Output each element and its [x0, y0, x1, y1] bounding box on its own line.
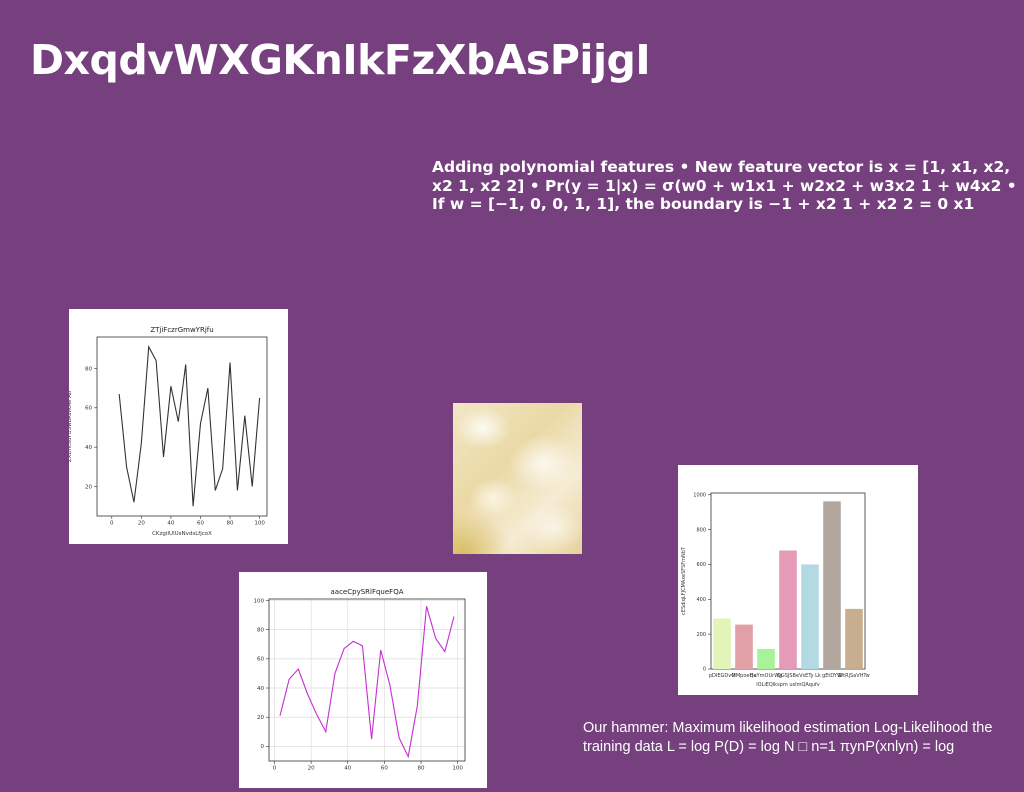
bar: [713, 618, 731, 669]
x-tick-label: 40: [344, 766, 351, 772]
y-tick-label: 1000: [693, 492, 706, 498]
chart-title: aaceCpySRlFqueFQA: [331, 588, 404, 596]
x-tick-label: QGSJSBe: [777, 673, 799, 679]
line-chart-2: 0 20 40 60 80 100 0 20 40 60 80 100 aaceCpySRlFqueFQ…: [254, 588, 466, 772]
line-chart-panel-1: 0 20 40 60 80 100 20 40 60 80 ZTjiFczrGmwYRjfu CKzg…: [67, 309, 288, 544]
x-tick-label: 0: [110, 521, 114, 527]
y-tick-label: 80: [257, 627, 264, 633]
y-tick-label: 200: [696, 632, 706, 638]
cloud-photo: [453, 403, 582, 554]
line-chart-panel-2: 0 20 40 60 80 100 0 20 40 60 80 100 aaceCpySRlFqueFQ…: [239, 572, 487, 788]
x-tick-label: 20: [308, 766, 315, 772]
x-tick-label: 60: [197, 521, 204, 527]
y-tick-label: 800: [696, 527, 706, 533]
y-axis-label: cESdiqLFJCMAxeSFSFmNbT: [681, 546, 687, 615]
bar-chart-panel: 0 200 400 600 800 1000 pDIEGDvO MMpoeQa HuYmOUrW…: [678, 465, 918, 695]
series-line: [279, 606, 455, 759]
bar: [779, 550, 797, 669]
x-axis-label: lOLiEQlkspm usImQAqufv: [756, 682, 820, 688]
chart-title: ZTjiFczrGmwYRjfu: [150, 326, 213, 334]
x-tick-label: VsETy Lk: [799, 673, 821, 679]
x-tick-label: 60: [381, 766, 388, 772]
x-tick-label: 100: [452, 766, 463, 772]
x-tick-label: 100: [254, 521, 265, 527]
bar: [801, 564, 819, 669]
x-tick-label: 0: [273, 766, 277, 772]
y-tick-label: 600: [696, 562, 706, 568]
hammer-text: Our hammer: Maximum likelihood estimatio…: [583, 720, 993, 755]
bar-chart: 02004006008001000pDIEGDvOMMpoeQaHuYmOUrW…: [681, 492, 870, 688]
y-tick-label: 60: [85, 406, 92, 412]
y-tick-label: 80: [85, 366, 92, 372]
y-tick-label: 0: [261, 744, 265, 750]
x-tick-label: WtRjSaVHTw: [838, 673, 870, 679]
y-tick-label: 40: [85, 445, 92, 451]
bar: [757, 648, 775, 669]
y-tick-label: 60: [257, 657, 264, 663]
y-tick-label: 40: [257, 686, 264, 692]
bar: [845, 608, 863, 669]
plot-frame: [268, 598, 466, 762]
slide-title: DxqdvWXGKnIkFzXbAsPijgI: [30, 36, 651, 84]
series-line: [118, 344, 261, 507]
x-tick-label: 40: [167, 521, 174, 527]
y-tick-label: 20: [257, 715, 264, 721]
y-tick-label: 20: [85, 484, 92, 490]
y-tick-label: 0: [703, 667, 706, 673]
polynomial-features-text: Adding polynomial features • New feature…: [432, 158, 1017, 213]
x-tick-label: 20: [138, 521, 145, 527]
line-chart-1: 0 20 40 60 80 100 20 40 60 80 ZTjiFczrGmwYRjfu CKzg…: [67, 326, 268, 537]
y-tick-label: 400: [696, 597, 706, 603]
y-tick-label: 100: [254, 598, 265, 604]
y-axis-label: ZXDhcsuFUSwbRWkAe Ao: [69, 390, 73, 462]
bar: [823, 501, 841, 669]
bar: [735, 624, 753, 669]
x-tick-label: 80: [418, 766, 425, 772]
x-axis-label: CKzgiIUlUsNvdsLfjcoX: [152, 531, 212, 537]
x-tick-label: 80: [227, 521, 234, 527]
